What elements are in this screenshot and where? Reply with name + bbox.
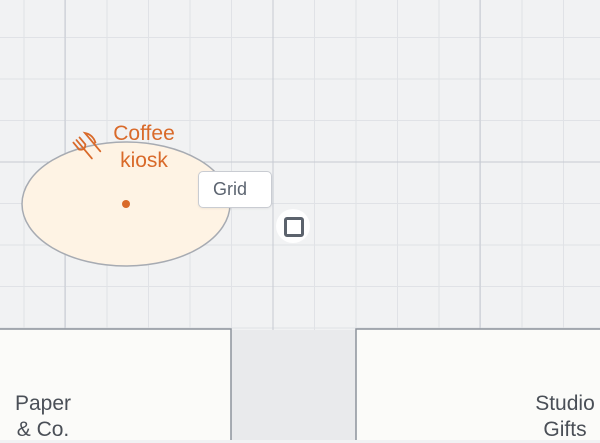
grid-toggle-button[interactable]: Grid [198, 171, 272, 208]
map-control-button[interactable] [276, 209, 310, 243]
store-label-paper: Paper & Co. [14, 392, 72, 441]
corridor [231, 330, 356, 440]
store-label-studio: Studio Gifts [535, 392, 595, 441]
square-toggle-icon [284, 217, 304, 237]
coffee-kiosk-center-dot [122, 200, 130, 208]
coffee-kiosk-label: Coffee kiosk [113, 122, 175, 172]
